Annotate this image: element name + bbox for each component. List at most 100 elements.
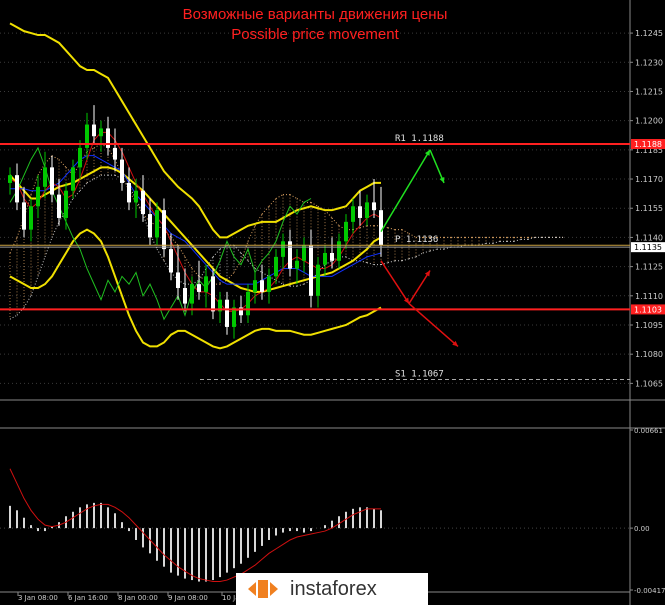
price-tick-label: 1.1065 (635, 379, 663, 388)
candle-body (372, 202, 376, 211)
price-tick-label: 1.1095 (635, 321, 663, 330)
arrow-shaft (380, 260, 410, 304)
candle-body (50, 167, 54, 195)
current-price-label: 1.1135 (634, 243, 662, 252)
cloud-span-b (93, 174, 102, 180)
time-tick-label: 9 Jan 08:00 (168, 594, 208, 602)
cloud-span-b (30, 276, 39, 296)
cloud-span-b (401, 258, 410, 262)
cloud-span-a (44, 155, 53, 164)
candle-body (43, 167, 47, 187)
candle-body (148, 214, 152, 238)
cloud-span-b (275, 279, 284, 285)
cloud-span-b (492, 240, 501, 244)
candle-body (134, 190, 138, 203)
cloud-span-a (296, 198, 305, 203)
arrow-shaft (408, 270, 431, 304)
candle-body (204, 276, 208, 292)
candle-body (176, 272, 180, 289)
candle-body (78, 147, 82, 168)
level-label-p: P 1.1136 (395, 235, 438, 245)
candle-body (64, 190, 68, 218)
candle-body (155, 210, 159, 238)
level-label-s1: S1 1.1067 (395, 369, 444, 379)
cloud-span-b (513, 238, 522, 242)
candle-body (162, 210, 166, 250)
arrow-shaft (380, 149, 431, 232)
candle-body (71, 167, 75, 191)
cloud-span-b (212, 248, 221, 258)
price-tick-label: 1.1245 (635, 29, 663, 38)
cloud-span-b (415, 252, 424, 258)
cloud-span-b (233, 244, 242, 254)
candle-body (351, 206, 355, 222)
price-axis: 1.12451.12301.12151.12001.11851.11701.11… (0, 0, 665, 605)
cloud-span-a (261, 205, 270, 215)
cloud-span-a (324, 209, 333, 219)
osc-tick-label: -0.00417 (634, 587, 665, 595)
candle-body (330, 252, 334, 261)
cloud-span-b (345, 256, 354, 262)
candle-body (281, 241, 285, 257)
chart-title-russian: Возможные варианты движения цены (182, 6, 448, 23)
candle-body (260, 280, 264, 292)
candle-body (316, 264, 320, 296)
candle-body (36, 186, 40, 207)
candle-body (344, 221, 348, 242)
candle-body (337, 241, 341, 261)
cloud-span-b (366, 262, 375, 266)
cloud-span-b (408, 256, 417, 260)
instaforex-logo-text: instaforex (290, 577, 377, 600)
price-tick-label: 1.1170 (635, 175, 663, 184)
candle-body (190, 284, 194, 304)
cloud-span-a (359, 225, 368, 229)
cloud-span-a (58, 159, 67, 168)
cloud-span-b (296, 283, 305, 287)
time-tick-label: 8 Jan 00:00 (118, 594, 158, 602)
osc-tick-label: 0.00 (634, 525, 650, 533)
cloud-span-a (191, 268, 200, 277)
cloud-span-b (387, 260, 396, 264)
cloud-span-b (86, 178, 95, 184)
candle-body (323, 252, 327, 265)
instaforex-logo: instaforex (236, 573, 428, 605)
cloud-span-a (247, 225, 256, 242)
cloud-span-a (51, 155, 60, 161)
oscillator-panel (0, 468, 630, 583)
candle-body (99, 128, 103, 137)
cloud-span-b (9, 314, 18, 320)
candle-body (225, 299, 229, 327)
price-chart: 1.12451.12301.12151.12001.11851.11701.11… (0, 0, 665, 605)
candle-body (253, 280, 257, 292)
time-tick-label: 3 Jan 08:00 (18, 594, 58, 602)
candle-body (141, 190, 145, 215)
cloud-span-a (401, 229, 410, 234)
candle-body (8, 175, 12, 183)
candle-body (295, 260, 299, 269)
price-tick-label: 1.1110 (635, 292, 663, 301)
cloud-span-b (429, 248, 438, 252)
cloud-span-b (23, 295, 32, 308)
cloud-span-a (275, 194, 284, 199)
candle-body (183, 288, 187, 304)
candle-body (358, 206, 362, 218)
candle-body (127, 182, 131, 203)
candle-body (246, 291, 250, 316)
candle-body (57, 194, 61, 218)
candle-body (274, 256, 278, 277)
time-tick-label: 6 Jan 16:00 (68, 594, 108, 602)
candle-body (92, 124, 96, 137)
candle-body (309, 245, 313, 296)
candle-body (365, 202, 369, 218)
candle-body (211, 276, 215, 312)
candle-body (29, 206, 33, 230)
price-tick-label: 1.1140 (635, 233, 663, 242)
price-tick-label: 1.1215 (635, 87, 663, 96)
cloud-span-a (289, 194, 298, 199)
cloud-span-b (51, 221, 60, 238)
candle-body (113, 147, 117, 160)
cloud-span-b (359, 260, 368, 264)
candle-body (379, 210, 383, 246)
osc-tick-label: 0.00661 (634, 427, 663, 435)
price-tick-label: 1.1080 (635, 350, 663, 359)
